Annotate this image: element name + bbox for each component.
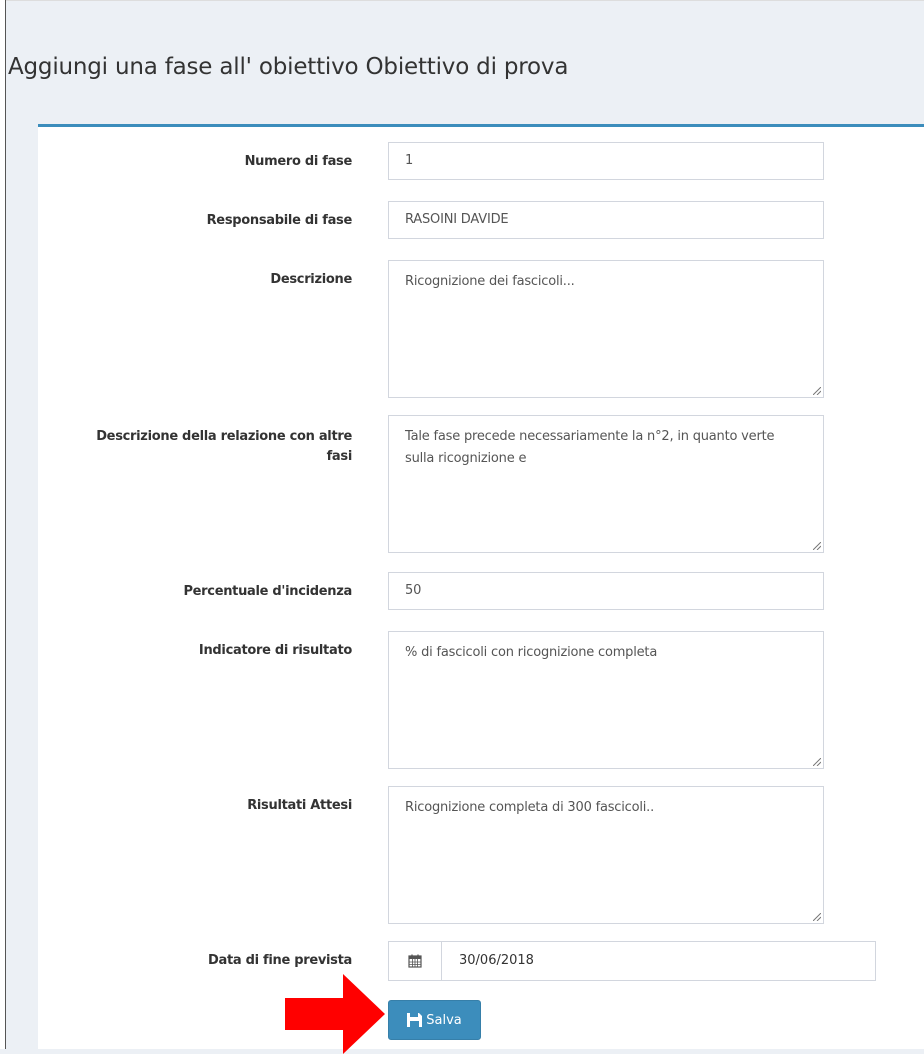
- save-button-label: Salva: [426, 1012, 462, 1028]
- responsabile-label: Responsabile di fase: [206, 213, 353, 228]
- data-fine-label: Data di fine prevista: [208, 953, 352, 968]
- top-strip: [6, 0, 924, 15]
- resize-handle-icon[interactable]: [813, 913, 821, 921]
- data-fine-value: 30/06/2018: [459, 953, 534, 968]
- window-frame: [0, 0, 6, 1049]
- numero-fase-input[interactable]: 1: [388, 142, 824, 180]
- descrizione-label: Descrizione: [270, 272, 352, 287]
- indicatore-value: % di fascicoli con ricognizione completa: [405, 645, 658, 660]
- page-title: Aggiungi una fase all' obiettivo Obietti…: [8, 54, 569, 80]
- relazione-label-line2: fasi: [326, 449, 353, 464]
- indicatore-label: Indicatore di risultato: [198, 643, 352, 658]
- risultati-value: Ricognizione completa di 300 fascicoli..: [405, 800, 655, 815]
- descrizione-textarea[interactable]: Ricognizione dei fascicoli...: [388, 260, 824, 398]
- relazione-label-line1: Descrizione della relazione con altre: [96, 429, 352, 444]
- relazione-textarea[interactable]: Tale fase precede necessariamente la n°2…: [388, 415, 824, 553]
- floppy-disk-icon: [407, 1013, 423, 1027]
- calendar-icon: [408, 954, 422, 968]
- form-box: Numero di fase 1 Responsabile di fase RA…: [38, 124, 924, 1049]
- data-fine-field[interactable]: 30/06/2018: [388, 941, 876, 981]
- indicatore-textarea[interactable]: % di fascicoli con ricognizione completa: [388, 631, 824, 769]
- responsabile-input[interactable]: RASOINI DAVIDE: [388, 201, 824, 239]
- red-arrow-icon: [285, 974, 385, 1054]
- relazione-value: Tale fase precede necessariamente la n°2…: [405, 429, 775, 466]
- calendar-addon[interactable]: [389, 942, 442, 980]
- resize-handle-icon[interactable]: [813, 758, 821, 766]
- percentuale-input[interactable]: 50: [388, 572, 824, 610]
- resize-handle-icon[interactable]: [813, 387, 821, 395]
- resize-handle-icon[interactable]: [813, 542, 821, 550]
- descrizione-value: Ricognizione dei fascicoli...: [405, 274, 575, 289]
- percentuale-label: Percentuale d'incidenza: [183, 584, 352, 599]
- numero-fase-label: Numero di fase: [244, 154, 353, 169]
- save-button[interactable]: Salva: [388, 1000, 481, 1040]
- relazione-label: Descrizione della relazione con altre fa…: [96, 427, 352, 467]
- risultati-label: Risultati Attesi: [247, 798, 352, 813]
- risultati-textarea[interactable]: Ricognizione completa di 300 fascicoli..: [388, 786, 824, 924]
